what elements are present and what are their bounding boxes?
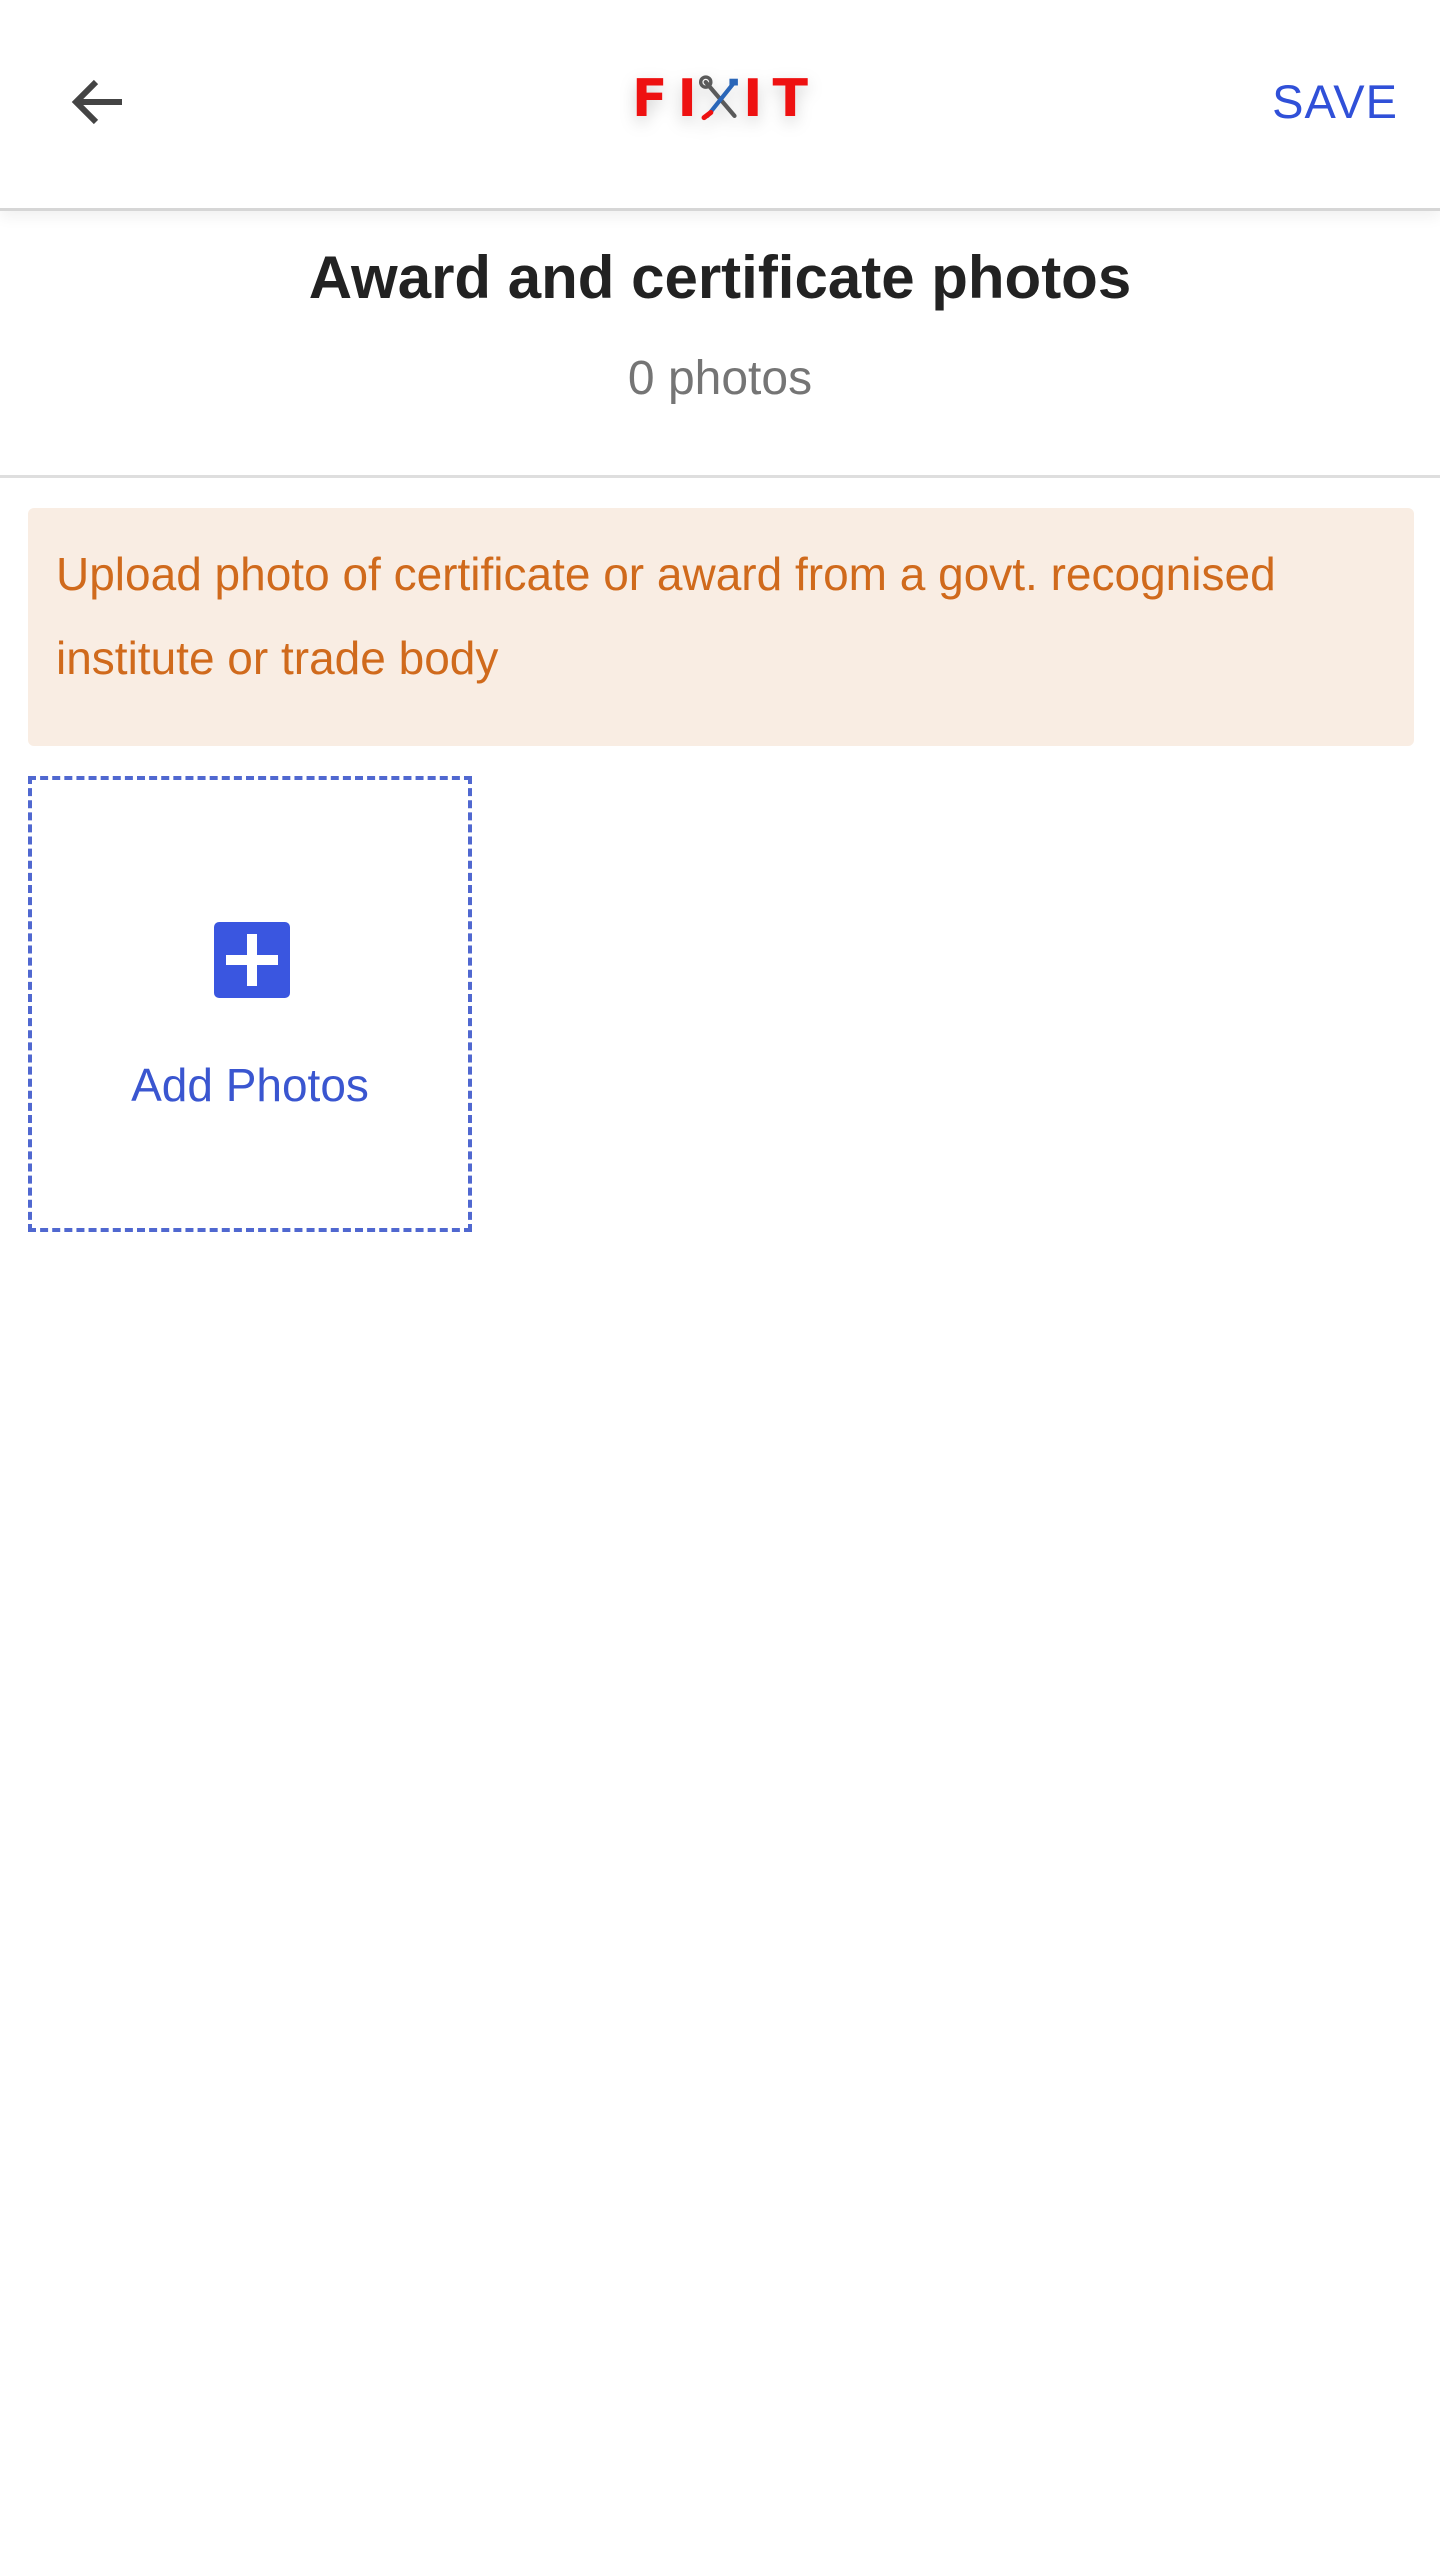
logo-letter-i: I [677,69,697,129]
app-bar: F I I T SAVE [0,0,1440,211]
upload-notice-text: Upload photo of certificate or award fro… [56,548,1276,684]
back-button[interactable] [58,62,138,142]
upload-notice: Upload photo of certificate or award fro… [28,508,1414,746]
add-photos-label: Add Photos [131,1059,369,1111]
logo-letter-i2: I [743,69,763,129]
photo-count: 0 photos [627,352,813,405]
add-photos-button[interactable]: Add Photos [28,776,472,1232]
logo-letter-t: T [772,69,808,129]
save-button[interactable]: SAVE [1272,70,1398,134]
page-title: Award and certificate photos [308,244,1132,311]
fixit-logo: F I I T [632,64,808,134]
crossed-wrench-screwdriver-icon [698,75,738,121]
arrow-left-icon [71,79,122,125]
plus-square-icon [214,922,290,998]
title-section: Award and certificate photos 0 photos [0,211,1440,478]
logo-letter-f: F [632,69,668,129]
